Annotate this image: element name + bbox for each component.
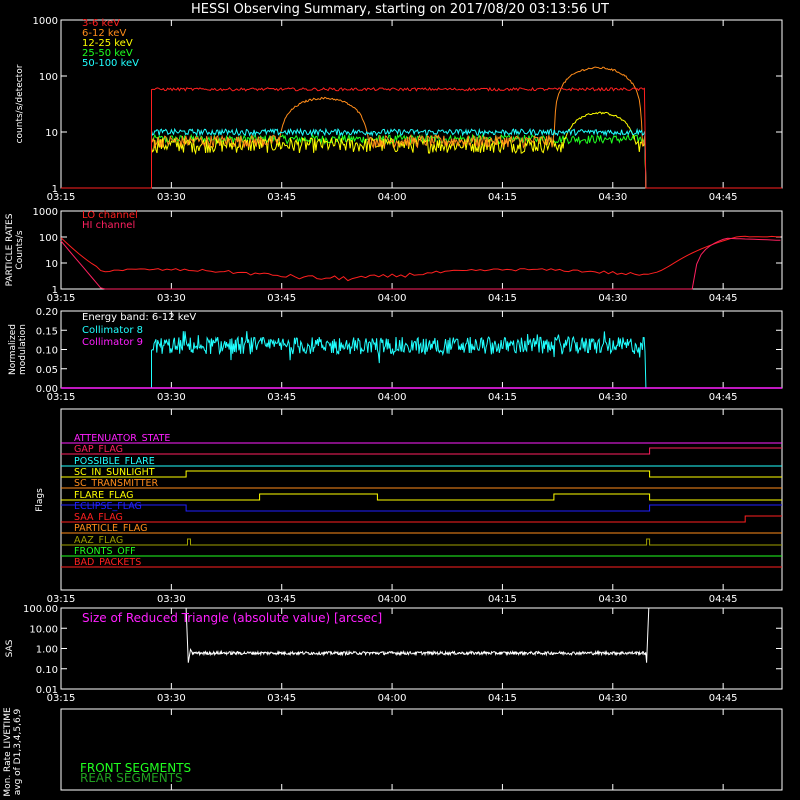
counts-xtick-label: 03:30 (157, 192, 186, 203)
flag-line (61, 493, 782, 501)
counts-legend-item: 50-100 keV (82, 58, 139, 69)
flag-label: FLARE_FLAG (74, 490, 134, 501)
sas-xtick-label: 04:45 (709, 693, 738, 704)
particle-ylabel-line: PARTICLE RATES (5, 213, 15, 286)
sas-ylabel-text: SAS (5, 639, 15, 657)
particle-frame (60, 210, 783, 290)
sas-ytick-label: 0.01 (36, 685, 58, 696)
particle-ylabel: PARTICLE RATES Counts/s (5, 213, 25, 286)
flag-label: BAD_PACKETS (74, 557, 141, 568)
particle-xtick-label: 04:00 (378, 293, 407, 304)
particle-ytick-label: 10 (45, 259, 58, 270)
sas-ytick-label: 1.00 (36, 645, 58, 656)
livetime-legend-item: REAR SEGMENTS (80, 771, 183, 785)
particle-ytick-label: 1 (52, 285, 58, 296)
modulation-series-collimator8 (151, 331, 647, 389)
flag-label: AAZ_FLAG (74, 535, 123, 546)
page-title: HESSI Observing Summary, starting on 201… (191, 2, 609, 17)
counts-xtick-label: 04:30 (598, 192, 627, 203)
observing-summary: HESSI Observing Summary, starting on 201… (0, 0, 800, 800)
flags-xtick-label: 04:15 (488, 594, 517, 605)
livetime-ylabel: Mon. Rate LIVETIME avg of D1,3,4,5,6,9 (3, 707, 23, 797)
modulation-xtick-label: 04:30 (598, 392, 627, 403)
particle-ytick-label: 100 (39, 233, 58, 244)
sas-xtick-label: 04:15 (488, 693, 517, 704)
counts-series-12-25 (61, 111, 782, 189)
flag-label: POSSIBLE_FLARE (74, 456, 155, 467)
counts-ylabel: counts/s/detector (15, 64, 25, 143)
counts-xtick-label: 04:15 (488, 192, 517, 203)
flags-xtick-label: 04:45 (709, 594, 738, 605)
summary-plot: HESSI Observing Summary, starting on 201… (3, 2, 783, 797)
particle-xtick-label: 04:15 (488, 293, 517, 304)
modulation-ylabel-line: modulation (18, 324, 28, 375)
flag-label: SAA_FLAG (74, 512, 123, 523)
sas-ytick-label: 10.00 (29, 624, 58, 635)
particle-xtick-label: 03:30 (157, 293, 186, 304)
modulation-legend-item: Collimator 9 (82, 337, 143, 348)
modulation-xtick-label: 03:30 (157, 392, 186, 403)
counts-xtick-label: 03:45 (267, 192, 296, 203)
flags-xtick-label: 04:30 (598, 594, 627, 605)
flags-ylabel: Flags (35, 488, 45, 512)
modulation-ytick-label: 0.15 (36, 326, 58, 337)
flag-line (61, 538, 782, 546)
flag-label: SC_IN_SUNLIGHT (74, 467, 155, 478)
counts-xtick-label: 04:00 (378, 192, 407, 203)
flag-label: ATTENUATOR_STATE (74, 433, 170, 444)
particle-ylabel-line: Counts/s (15, 230, 25, 269)
particle-xtick-label: 04:30 (598, 293, 627, 304)
livetime-ylabel-line: Mon. Rate LIVETIME (3, 707, 13, 797)
livetime-ylabel-line: avg of D1,3,4,5,6,9 (13, 708, 23, 795)
counts-series-6-12 (61, 66, 782, 189)
modulation-legend-item: Collimator 8 (82, 325, 143, 336)
counts-ytick-label: 1 (52, 184, 58, 195)
particle-xtick-label: 04:45 (709, 293, 738, 304)
flag-label: ECLIPSE_FLAG (74, 501, 142, 512)
flag-label: PARTICLE_FLAG (74, 523, 147, 534)
modulation-ylabel-line: Normalized (8, 324, 18, 375)
flags-ylabel-text: Flags (35, 488, 45, 512)
flag-label: SC_TRANSMITTER (74, 478, 159, 489)
sas-annotation: Size of Reduced Triangle (absolute value… (82, 611, 382, 625)
flags-xtick-label: 03:45 (267, 594, 296, 605)
modulation-ytick-label: 0.05 (36, 365, 58, 376)
flag-line (61, 504, 782, 512)
sas-xtick-label: 03:30 (157, 693, 186, 704)
particle-ytick-label: 1000 (33, 207, 58, 218)
sas-xtick-label: 04:30 (598, 693, 627, 704)
counts-xtick-label: 04:45 (709, 192, 738, 203)
counts-frame (60, 19, 783, 189)
modulation-ytick-label: 0.10 (36, 346, 58, 357)
modulation-energy-band: Energy band: 6-12 keV (82, 312, 196, 323)
modulation-xtick-label: 04:45 (709, 392, 738, 403)
modulation-ylabel: Normalized modulation (8, 324, 28, 375)
particle-legend-item: HI channel (82, 220, 135, 231)
modulation-xtick-label: 03:45 (267, 392, 296, 403)
modulation-xtick-label: 04:00 (378, 392, 407, 403)
particle-xtick-label: 03:45 (267, 293, 296, 304)
flag-line (61, 447, 782, 455)
particle-series-lo (60, 235, 781, 282)
sas-xtick-label: 04:00 (378, 693, 407, 704)
flag-line (61, 515, 782, 523)
sas-ytick-label: 0.10 (36, 665, 58, 676)
modulation-ytick-label: 0.20 (36, 307, 58, 318)
counts-ytick-label: 10 (45, 128, 58, 139)
flag-label: FRONTS_OFF (74, 546, 136, 557)
counts-ytick-label: 1000 (33, 16, 58, 27)
sas-ylabel: SAS (5, 639, 15, 657)
counts-ylabel-text: counts/s/detector (15, 64, 25, 143)
flag-line (61, 470, 782, 478)
flags-xtick-label: 04:00 (378, 594, 407, 605)
modulation-ytick-label: 0.00 (36, 384, 58, 395)
flag-label: GAP_FLAG (74, 444, 123, 455)
modulation-xtick-label: 04:15 (488, 392, 517, 403)
counts-ytick-label: 100 (39, 72, 58, 83)
flags-xtick-label: 03:30 (157, 594, 186, 605)
sas-xtick-label: 03:45 (267, 693, 296, 704)
sas-ytick-label: 100.00 (23, 604, 58, 615)
